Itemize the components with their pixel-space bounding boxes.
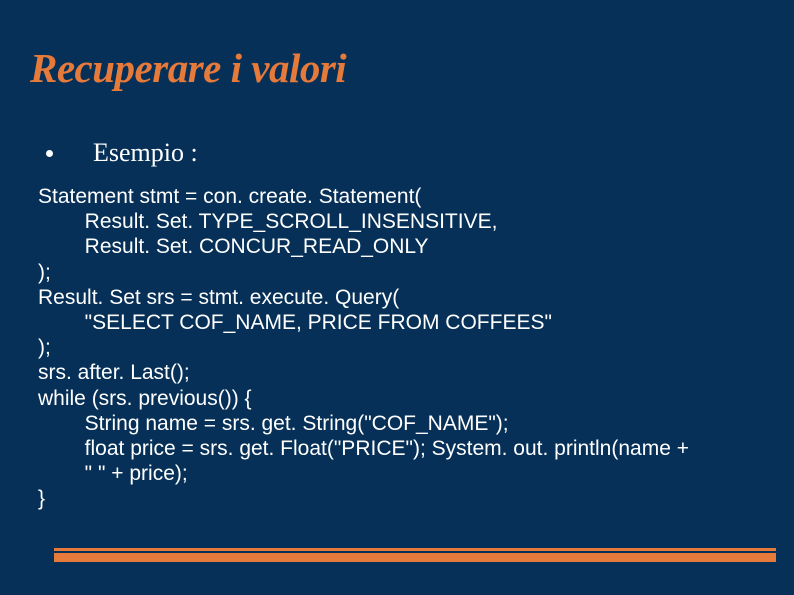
bullet-row: Esempio : <box>46 138 198 168</box>
slide-title: Recuperare i valori <box>30 44 346 92</box>
code-block: Statement stmt = con. create. Statement(… <box>38 184 758 511</box>
bullet-text: Esempio : <box>93 138 198 168</box>
footer-divider <box>54 553 776 562</box>
bullet-icon <box>46 150 53 157</box>
slide: Recuperare i valori Esempio : Statement … <box>0 0 794 595</box>
